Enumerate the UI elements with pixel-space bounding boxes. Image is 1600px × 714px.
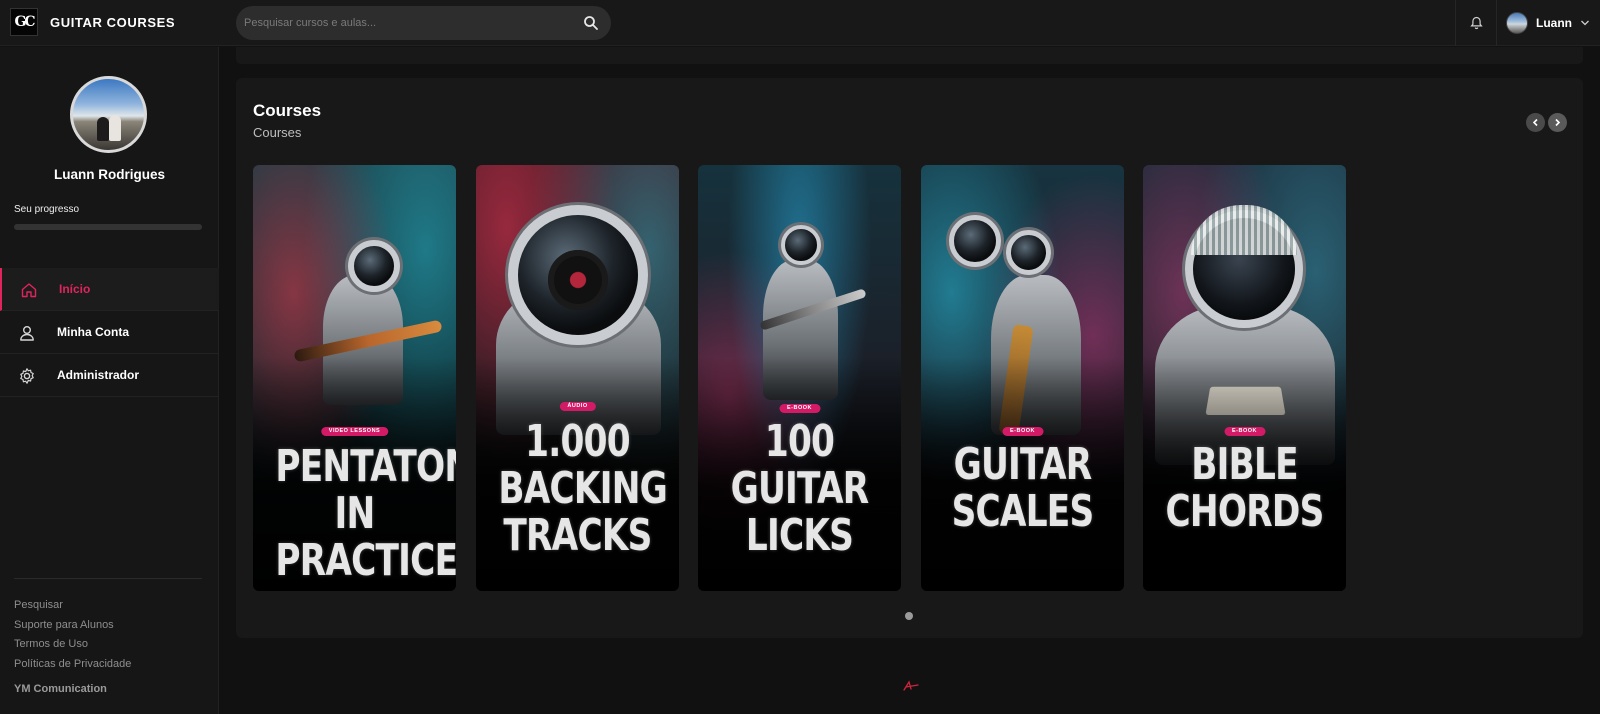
course-title: 100 GUITAR LICKS (730, 416, 870, 561)
notifications-button[interactable] (1455, 0, 1497, 46)
search-icon[interactable] (583, 15, 599, 31)
footer-link-termos[interactable]: Termos de Uso (14, 637, 131, 657)
sidebar-item-inicio[interactable]: Início (0, 268, 219, 311)
company-name: YM Comunication (14, 683, 107, 695)
sidebar-nav: Início Minha Conta Administrador (0, 268, 219, 397)
chevron-left-icon (1532, 118, 1538, 127)
footer-links: Pesquisar Suporte para Alunos Termos de … (14, 598, 131, 677)
sidebar-item-label: Início (59, 282, 91, 296)
brand-name[interactable]: GUITAR COURSES (50, 15, 175, 30)
top-bar: GC GUITAR COURSES Luann (0, 0, 1600, 46)
course-tag: E-BOOK (1002, 427, 1043, 436)
home-icon (21, 283, 37, 298)
course-card[interactable]: VIDEO LESSONS PENTATONIC IN PRACTICE (253, 165, 456, 591)
user-icon (20, 326, 34, 341)
bell-icon (1469, 16, 1483, 30)
logo-text: GC (14, 14, 35, 30)
carousel-prev-button[interactable] (1526, 113, 1545, 132)
footer-link-pesquisar[interactable]: Pesquisar (14, 598, 131, 618)
section-title: Courses (253, 101, 322, 120)
profile-name: Luann Rodrigues (54, 167, 165, 182)
top-panel (236, 47, 1583, 64)
carousel-dot-active[interactable] (905, 612, 913, 620)
progress-label: Seu progresso (14, 204, 80, 215)
chevron-down-icon (1581, 20, 1589, 26)
courses-section: Courses Courses VIDEO LESSONS PENTATONIC… (236, 78, 1583, 638)
course-card[interactable]: E-BOOK BIBLE CHORDS (1143, 165, 1346, 591)
sidebar-item-label: Administrador (57, 368, 140, 382)
course-tag: E-BOOK (779, 404, 820, 413)
course-card[interactable]: E-BOOK GUITAR SCALES (921, 165, 1124, 591)
carousel-next-button[interactable] (1548, 113, 1567, 132)
user-name: Luann (1536, 16, 1572, 30)
sidebar-item-label: Minha Conta (57, 325, 129, 339)
user-menu[interactable]: Luann (1500, 0, 1600, 46)
profile-avatar[interactable] (70, 76, 147, 153)
gear-icon (20, 368, 34, 384)
avatar (1506, 12, 1528, 34)
search-input[interactable] (244, 6, 564, 40)
course-title: GUITAR SCALES (951, 439, 1095, 537)
course-card[interactable]: ÁUDIO 1.000 BACKING TRACKS (476, 165, 679, 591)
footer-link-suporte[interactable]: Suporte para Alunos (14, 618, 131, 638)
search-bar (236, 6, 611, 40)
progress-bar (14, 224, 202, 230)
chevron-right-icon (1555, 118, 1561, 127)
signature-logo-icon (903, 680, 919, 691)
course-title: PENTATONIC IN PRACTICE (275, 441, 456, 586)
footer-link-privacidade[interactable]: Políticas de Privacidade (14, 657, 131, 677)
course-tag: E-BOOK (1224, 427, 1265, 436)
sidebar-item-administrador[interactable]: Administrador (0, 354, 219, 397)
section-subtitle: Courses (253, 125, 302, 140)
course-title: BIBLE CHORDS (1165, 439, 1324, 537)
course-tag: ÁUDIO (559, 402, 596, 411)
sidebar: Luann Rodrigues Seu progresso Início Min… (0, 47, 219, 714)
course-title: 1.000 BACKING TRACKS (498, 416, 668, 561)
logo[interactable]: GC (10, 8, 38, 36)
course-card[interactable]: E-BOOK 100 GUITAR LICKS (698, 165, 901, 591)
course-tag: VIDEO LESSONS (320, 427, 389, 436)
sidebar-item-minha-conta[interactable]: Minha Conta (0, 311, 219, 354)
divider (14, 578, 202, 579)
